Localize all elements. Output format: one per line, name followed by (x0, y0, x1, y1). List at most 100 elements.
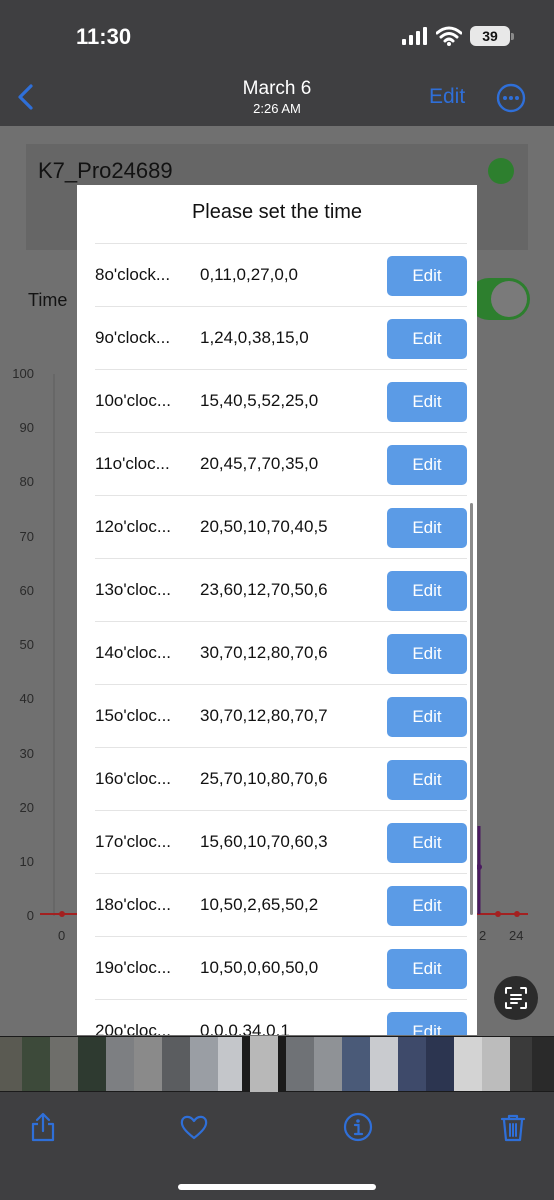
photo-thumbnail[interactable] (78, 1037, 106, 1091)
chart-point (514, 911, 520, 917)
edit-row-button[interactable]: Edit (387, 823, 467, 863)
time-row: 13o'cloc... 23,60,12,70,50,6 Edit (95, 558, 467, 621)
cellular-signal-icon (402, 27, 427, 45)
time-row-values: 25,70,10,80,70,6 (200, 769, 328, 788)
edit-row-button[interactable]: Edit (387, 1012, 467, 1035)
edit-row-button[interactable]: Edit (387, 634, 467, 674)
time-row-values: 20,50,10,70,40,5 (200, 517, 328, 536)
time-settings-list[interactable]: 8o'clock... 0,11,0,27,0,0 Edit 9o'clock.… (95, 243, 467, 1035)
time-row: 12o'cloc... 20,50,10,70,40,5 Edit (95, 495, 467, 558)
photo-thumbnail-strip[interactable] (0, 1036, 554, 1092)
time-row-label: 13o'cloc... (95, 580, 172, 599)
photo-thumbnail[interactable] (134, 1037, 162, 1091)
y-tick-label: 50 (19, 637, 34, 652)
photo-thumbnail[interactable] (314, 1037, 342, 1091)
edit-row-button[interactable]: Edit (387, 508, 467, 548)
time-row-label: 18o'cloc... (95, 895, 172, 914)
time-row-label: 12o'cloc... (95, 517, 172, 536)
y-tick-label: 60 (19, 583, 34, 598)
time-row: 20o'cloc... 0,0,0,34,0,1 Edit (95, 999, 467, 1035)
photo-thumbnail[interactable] (286, 1037, 314, 1091)
photo-thumbnail[interactable] (0, 1037, 22, 1091)
time-row-label: 15o'cloc... (95, 706, 172, 725)
time-row: 14o'cloc... 30,70,12,80,70,6 Edit (95, 621, 467, 684)
photo-thumbnail[interactable] (426, 1037, 454, 1091)
x-tick-label: 2 (479, 928, 487, 943)
time-row: 16o'cloc... 25,70,10,80,70,6 Edit (95, 747, 467, 810)
photo-thumbnail[interactable] (398, 1037, 426, 1091)
time-row-label: 20o'cloc... (95, 1021, 172, 1035)
share-icon[interactable] (28, 1112, 58, 1142)
time-row: 10o'cloc... 15,40,5,52,25,0 Edit (95, 369, 467, 432)
time-row-values: 15,40,5,52,25,0 (200, 391, 319, 410)
y-tick-label: 80 (19, 474, 34, 489)
y-tick-label: 0 (26, 908, 34, 923)
time-row-label: 14o'cloc... (95, 643, 172, 662)
photo-thumbnail[interactable] (454, 1037, 482, 1091)
dialog-scrollbar[interactable] (470, 503, 473, 915)
chart-point (59, 911, 65, 917)
time-row: 15o'cloc... 30,70,12,80,70,7 Edit (95, 684, 467, 747)
time-row-values: 0,11,0,27,0,0 (200, 265, 298, 284)
dialog-title: Please set the time (191, 201, 363, 223)
photo-thumbnail[interactable] (370, 1037, 398, 1091)
photo-thumbnail[interactable] (532, 1037, 554, 1091)
time-row-label: 10o'cloc... (95, 391, 172, 410)
edit-row-button[interactable]: Edit (387, 760, 467, 800)
time-row-label: 11o'cloc... (95, 454, 170, 473)
time-row-values: 30,70,12,80,70,6 (200, 643, 328, 662)
edit-button[interactable]: Edit (429, 85, 465, 109)
time-row-label: 17o'cloc... (95, 832, 172, 851)
info-icon[interactable] (343, 1112, 373, 1142)
battery-indicator: 39 (470, 26, 514, 46)
live-text-button[interactable] (494, 976, 538, 1020)
ellipsis-circle-icon[interactable] (496, 83, 526, 113)
edit-row-button[interactable]: Edit (387, 949, 467, 989)
y-tick-label: 40 (19, 691, 34, 706)
time-row-label: 16o'cloc... (95, 769, 172, 788)
photo-thumbnail[interactable] (510, 1037, 532, 1091)
photo-thumbnail[interactable] (190, 1037, 218, 1091)
time-row-label: 9o'clock... (95, 328, 171, 347)
status-time: 11:30 (76, 24, 132, 49)
chart-point (495, 911, 501, 917)
time-row: 19o'cloc... 10,50,0,60,50,0 Edit (95, 936, 467, 999)
time-row: 9o'clock... 1,24,0,38,15,0 Edit (95, 306, 467, 369)
time-row-label: 8o'clock... (95, 265, 171, 284)
y-tick-label: 20 (19, 800, 34, 815)
photo-thumbnail[interactable] (106, 1037, 134, 1091)
edit-row-button[interactable]: Edit (387, 697, 467, 737)
edit-row-button[interactable]: Edit (387, 445, 467, 485)
home-indicator (178, 1184, 376, 1190)
nav-subtitle: 2:26 AM (253, 101, 301, 116)
photo-thumbnail[interactable] (342, 1037, 370, 1091)
photo-thumbnail[interactable] (218, 1037, 242, 1091)
photo-thumbnail[interactable] (22, 1037, 50, 1091)
y-tick-label: 70 (19, 529, 34, 544)
y-tick-label: 30 (19, 746, 34, 761)
edit-row-button[interactable]: Edit (387, 382, 467, 422)
trash-icon[interactable] (498, 1112, 528, 1142)
photo-thumbnail[interactable] (482, 1037, 510, 1091)
set-time-dialog: Please set the time 8o'clock... 0,11,0,2… (77, 185, 477, 1035)
time-row: 17o'cloc... 15,60,10,70,60,3 Edit (95, 810, 467, 873)
time-row-values: 23,60,12,70,50,6 (200, 580, 328, 599)
y-tick-label: 10 (19, 854, 34, 869)
edit-row-button[interactable]: Edit (387, 256, 467, 296)
edit-row-button[interactable]: Edit (387, 319, 467, 359)
heart-icon[interactable] (179, 1112, 209, 1142)
time-row-values: 15,60,10,70,60,3 (200, 832, 328, 851)
nav-title: March 6 (242, 78, 312, 99)
time-row: 18o'cloc... 10,50,2,65,50,2 Edit (95, 873, 467, 936)
time-row: 8o'clock... 0,11,0,27,0,0 Edit (95, 243, 467, 306)
time-row-values: 1,24,0,38,15,0 (200, 328, 309, 347)
time-row-values: 30,70,12,80,70,7 (200, 706, 328, 725)
edit-row-button[interactable]: Edit (387, 886, 467, 926)
y-tick-label: 100 (12, 366, 34, 381)
photo-thumbnail[interactable] (50, 1037, 78, 1091)
edit-row-button[interactable]: Edit (387, 571, 467, 611)
photo-thumbnail[interactable] (162, 1037, 190, 1091)
x-tick-label: 0 (58, 928, 66, 943)
y-tick-label: 90 (19, 420, 34, 435)
selected-photo-thumbnail[interactable] (250, 1036, 278, 1092)
